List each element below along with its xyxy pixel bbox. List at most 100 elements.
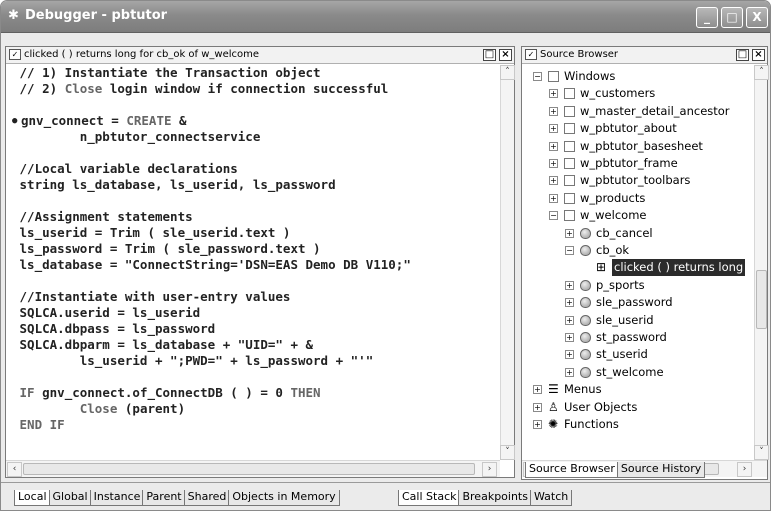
tree-vertical-scrollbar[interactable]: ˄ ˅: [754, 65, 769, 460]
tab-parent[interactable]: Parent: [142, 490, 186, 506]
scroll-down-button[interactable]: ˅: [500, 445, 515, 460]
code-line: ls_password = Trim ( sle_password.text ): [12, 241, 321, 256]
expand-icon[interactable]: +: [549, 193, 558, 203]
code-line: ls_userid + ";PWD=" + ls_password + "'": [12, 353, 374, 368]
code-editor[interactable]: // 1) Instantiate the Transaction object…: [12, 65, 494, 501]
expand-icon[interactable]: +: [549, 124, 558, 134]
collapse-icon[interactable]: −: [533, 72, 542, 81]
tree-node-label: sle_password: [596, 295, 673, 310]
source-browser-titlebar: ✓ Source Browser □ ×: [522, 47, 767, 64]
expand-icon[interactable]: +: [549, 89, 558, 99]
tab-breakpoints[interactable]: Breakpoints: [458, 490, 532, 506]
scroll-right-button[interactable]: ›: [737, 462, 752, 477]
tree-node-label: w_master_detail_ancestor: [580, 103, 730, 118]
code-line: n_pbtutor_connectservice: [12, 129, 261, 144]
scroll-up-button[interactable]: ˄: [754, 65, 769, 80]
expand-icon[interactable]: +: [549, 106, 558, 116]
expand-icon[interactable]: +: [565, 280, 574, 290]
window-title: Debugger - pbtutor: [25, 8, 168, 23]
tree-node[interactable]: + st_password: [522, 329, 755, 346]
tree-node[interactable]: + sle_password: [522, 294, 755, 311]
tree-node[interactable]: + sle_userid: [522, 312, 755, 329]
tree-node[interactable]: + ✺ Functions: [522, 416, 755, 433]
tree-node[interactable]: − cb_ok: [522, 242, 755, 259]
pane-maximize-button[interactable]: □: [483, 49, 496, 61]
tree-node[interactable]: + ☰ Menus: [522, 381, 755, 398]
tree-node[interactable]: + ♙ User Objects: [522, 399, 755, 416]
code-line: //Local variable declarations: [12, 161, 238, 176]
expand-icon[interactable]: +: [549, 159, 558, 168]
tab-call-stack[interactable]: Call Stack: [398, 490, 461, 506]
tree-node[interactable]: + st_welcome: [522, 364, 755, 381]
tab-instance[interactable]: Instance: [89, 490, 145, 506]
tab-source-history[interactable]: Source History: [616, 462, 706, 478]
tree-node[interactable]: + st_userid: [522, 346, 755, 363]
tree-node-label: clicked ( ) returns long: [612, 259, 746, 277]
collapse-icon[interactable]: −: [549, 211, 558, 221]
source-browser-tabs: Source Browser Source History: [525, 462, 706, 478]
tree-node[interactable]: − Windows: [522, 68, 755, 85]
code-vertical-scrollbar[interactable]: ˄ ˅: [500, 65, 515, 460]
expand-icon[interactable]: +: [533, 420, 542, 429]
code-line: SQLCA.dbparm = ls_database + "UID=" + &: [12, 337, 314, 352]
expand-icon[interactable]: +: [565, 367, 574, 377]
tree-node[interactable]: ⊞ clicked ( ) returns long: [522, 259, 755, 277]
scroll-down-button[interactable]: ˅: [754, 445, 769, 460]
tree-node[interactable]: − w_welcome: [522, 207, 755, 224]
source-tree[interactable]: − Windows + w_customers + w_master_detail_anc…: [522, 65, 755, 474]
expand-icon[interactable]: +: [565, 315, 574, 325]
tree-node[interactable]: + w_pbtutor_basesheet: [522, 138, 755, 155]
expand-icon[interactable]: +: [565, 350, 574, 360]
expand-icon[interactable]: +: [533, 402, 542, 412]
window-icon: [564, 158, 575, 169]
scroll-up-button[interactable]: ˄: [500, 65, 515, 80]
pane-close-button[interactable]: ×: [499, 49, 512, 61]
title-bar[interactable]: ✱ Debugger - pbtutor _ □ X: [1, 1, 770, 33]
tab-watch[interactable]: Watch: [529, 490, 573, 506]
tree-node[interactable]: + w_master_detail_ancestor: [522, 103, 755, 120]
tab-local[interactable]: Local: [14, 490, 51, 506]
expand-icon[interactable]: +: [565, 298, 574, 308]
tree-node[interactable]: + p_sports: [522, 277, 755, 294]
call-stack-tabs: Call Stack Breakpoints Watch: [398, 490, 573, 506]
tab-objects-in-memory[interactable]: Objects in Memory: [228, 490, 340, 506]
tab-global[interactable]: Global: [48, 490, 92, 506]
pane-close-button[interactable]: ×: [752, 49, 765, 61]
tab-source-browser[interactable]: Source Browser: [525, 462, 619, 478]
tree-node-label: Menus: [564, 382, 602, 397]
tree-node[interactable]: + w_customers: [522, 85, 755, 102]
expand-icon[interactable]: +: [533, 385, 542, 395]
tree-node-label: w_pbtutor_toolbars: [580, 173, 691, 188]
expand-icon[interactable]: +: [549, 141, 558, 151]
tree-node[interactable]: + w_pbtutor_toolbars: [522, 172, 755, 189]
maximize-button[interactable]: □: [721, 7, 743, 28]
code-line: ls_database = "ConnectString='DSN=EAS De…: [12, 257, 411, 272]
tree-node[interactable]: + w_pbtutor_about: [522, 120, 755, 137]
tree-node[interactable]: + w_pbtutor_frame: [522, 155, 755, 172]
expand-icon[interactable]: +: [565, 228, 574, 238]
tree-node-label: st_welcome: [596, 364, 664, 379]
tab-shared[interactable]: Shared: [183, 490, 231, 506]
expand-icon[interactable]: +: [549, 176, 558, 186]
tree-node-label: p_sports: [596, 277, 645, 292]
control-icon: [580, 349, 591, 361]
code-horizontal-scrollbar[interactable]: ‹ ›: [6, 460, 500, 477]
window-icon: [564, 105, 575, 117]
tree-node[interactable]: + cb_cancel: [522, 225, 755, 242]
browser-icon: ✓: [525, 49, 537, 60]
pane-maximize-button[interactable]: □: [736, 49, 749, 61]
close-button[interactable]: X: [746, 7, 768, 28]
window-icon: [564, 123, 575, 135]
minimize-button[interactable]: _: [696, 7, 718, 28]
expand-icon[interactable]: +: [565, 333, 574, 342]
scroll-left-button[interactable]: ‹: [7, 462, 22, 477]
collapse-icon[interactable]: −: [565, 246, 574, 255]
tree-node[interactable]: + w_products: [522, 190, 755, 207]
breakpoint-marker[interactable]: ●: [12, 113, 17, 129]
horizontal-scroll-thumb[interactable]: [23, 463, 475, 475]
vertical-scroll-thumb[interactable]: [756, 270, 767, 329]
scroll-right-button[interactable]: ›: [482, 462, 497, 477]
control-icon: [580, 245, 591, 256]
code-line: SQLCA.userid = ls_userid: [12, 305, 201, 320]
tree-node-label: Windows: [564, 69, 616, 83]
